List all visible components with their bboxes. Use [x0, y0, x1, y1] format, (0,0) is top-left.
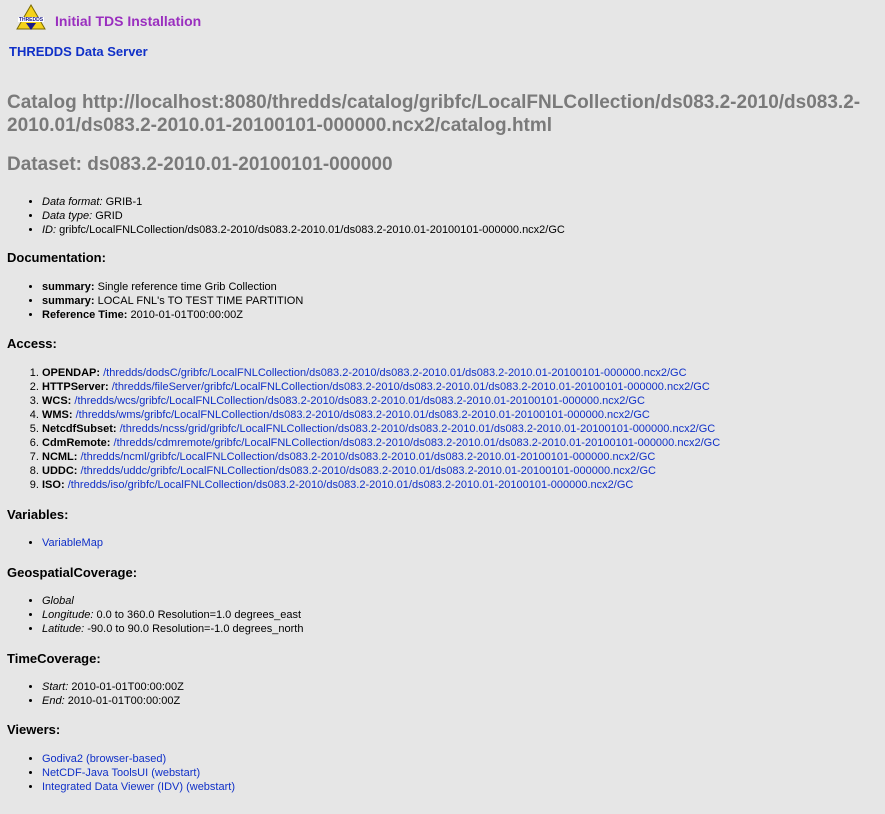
access-link[interactable]: /thredds/fileServer/gribfc/LocalFNLColle…	[112, 381, 710, 393]
access-item-iso: ISO: /thredds/iso/gribfc/LocalFNLCollect…	[42, 478, 720, 492]
access-link[interactable]: /thredds/cdmremote/gribfc/LocalFNLCollec…	[114, 437, 721, 449]
access-link[interactable]: /thredds/dodsC/gribfc/LocalFNLCollection…	[103, 367, 686, 379]
geo-longitude: Longitude: 0.0 to 360.0 Resolution=1.0 d…	[42, 608, 303, 622]
access-item-wms: WMS: /thredds/wms/gribfc/LocalFNLCollect…	[42, 408, 720, 422]
documentation-list: summary: Single reference time Grib Coll…	[42, 280, 303, 322]
variable-item: VariableMap	[42, 536, 103, 550]
catalog-title: Catalog http://localhost:8080/thredds/ca…	[7, 92, 861, 136]
viewer-item: Integrated Data Viewer (IDV) (webstart)	[42, 780, 235, 794]
info-id: ID: gribfc/LocalFNLCollection/ds083.2-20…	[42, 223, 565, 237]
geospatial-heading: GeospatialCoverage:	[7, 565, 138, 580]
logo-text: THREDDS	[19, 17, 44, 23]
access-link[interactable]: /thredds/uddc/gribfc/LocalFNLCollection/…	[81, 465, 656, 477]
godiva2-link[interactable]: Godiva2 (browser-based)	[42, 753, 166, 765]
viewers-heading: Viewers:	[7, 722, 61, 737]
header: THREDDS	[16, 2, 46, 34]
access-item-ncml: NCML: /thredds/ncml/gribfc/LocalFNLColle…	[42, 450, 720, 464]
variables-heading: Variables:	[7, 507, 69, 522]
access-item-cdmremote: CdmRemote: /thredds/cdmremote/gribfc/Loc…	[42, 436, 720, 450]
info-data-format: Data format: GRIB-1	[42, 195, 565, 209]
geo-global: Global	[42, 594, 303, 608]
access-link[interactable]: /thredds/ncml/gribfc/LocalFNLCollection/…	[81, 451, 656, 463]
idv-link[interactable]: Integrated Data Viewer (IDV) (webstart)	[42, 781, 235, 793]
access-list: OPENDAP: /thredds/dodsC/gribfc/LocalFNLC…	[42, 366, 720, 492]
geo-latitude: Latitude: -90.0 to 90.0 Resolution=-1.0 …	[42, 622, 303, 636]
access-link[interactable]: /thredds/wcs/gribfc/LocalFNLCollection/d…	[74, 395, 645, 407]
timecoverage-heading: TimeCoverage:	[7, 651, 101, 666]
variables-list: VariableMap	[42, 536, 103, 550]
access-item-netcdfsubset: NetcdfSubset: /thredds/ncss/grid/gribfc/…	[42, 422, 720, 436]
access-link[interactable]: /thredds/iso/gribfc/LocalFNLCollection/d…	[68, 479, 634, 491]
timecoverage-list: Start: 2010-01-01T00:00:00Z End: 2010-01…	[42, 680, 184, 708]
thredds-server-link[interactable]: THREDDS Data Server	[9, 44, 148, 59]
doc-item: summary: LOCAL FNL's TO TEST TIME PARTIT…	[42, 294, 303, 308]
variablemap-link[interactable]: VariableMap	[42, 537, 103, 549]
install-title: Initial TDS Installation	[55, 13, 202, 29]
access-link[interactable]: /thredds/ncss/grid/gribfc/LocalFNLCollec…	[120, 423, 716, 435]
dataset-title: Dataset: ds083.2-2010.01-20100101-000000	[7, 154, 393, 175]
doc-item: summary: Single reference time Grib Coll…	[42, 280, 303, 294]
viewer-item: NetCDF-Java ToolsUI (webstart)	[42, 766, 235, 780]
geospatial-list: Global Longitude: 0.0 to 360.0 Resolutio…	[42, 594, 303, 636]
time-end: End: 2010-01-01T00:00:00Z	[42, 694, 184, 708]
dataset-info-list: Data format: GRIB-1 Data type: GRID ID: …	[42, 195, 565, 237]
info-data-type: Data type: GRID	[42, 209, 565, 223]
access-item-opendap: OPENDAP: /thredds/dodsC/gribfc/LocalFNLC…	[42, 366, 720, 380]
time-start: Start: 2010-01-01T00:00:00Z	[42, 680, 184, 694]
access-item-httpserver: HTTPServer: /thredds/fileServer/gribfc/L…	[42, 380, 720, 394]
access-item-uddc: UDDC: /thredds/uddc/gribfc/LocalFNLColle…	[42, 464, 720, 478]
documentation-heading: Documentation:	[7, 250, 106, 265]
access-link[interactable]: /thredds/wms/gribfc/LocalFNLCollection/d…	[76, 409, 650, 421]
thredds-logo-icon[interactable]: THREDDS	[16, 3, 46, 33]
doc-item: Reference Time: 2010-01-01T00:00:00Z	[42, 308, 303, 322]
access-heading: Access:	[7, 336, 57, 351]
viewers-list: Godiva2 (browser-based) NetCDF-Java Tool…	[42, 752, 235, 794]
access-item-wcs: WCS: /thredds/wcs/gribfc/LocalFNLCollect…	[42, 394, 720, 408]
toolsui-link[interactable]: NetCDF-Java ToolsUI (webstart)	[42, 767, 200, 779]
viewer-item: Godiva2 (browser-based)	[42, 752, 235, 766]
